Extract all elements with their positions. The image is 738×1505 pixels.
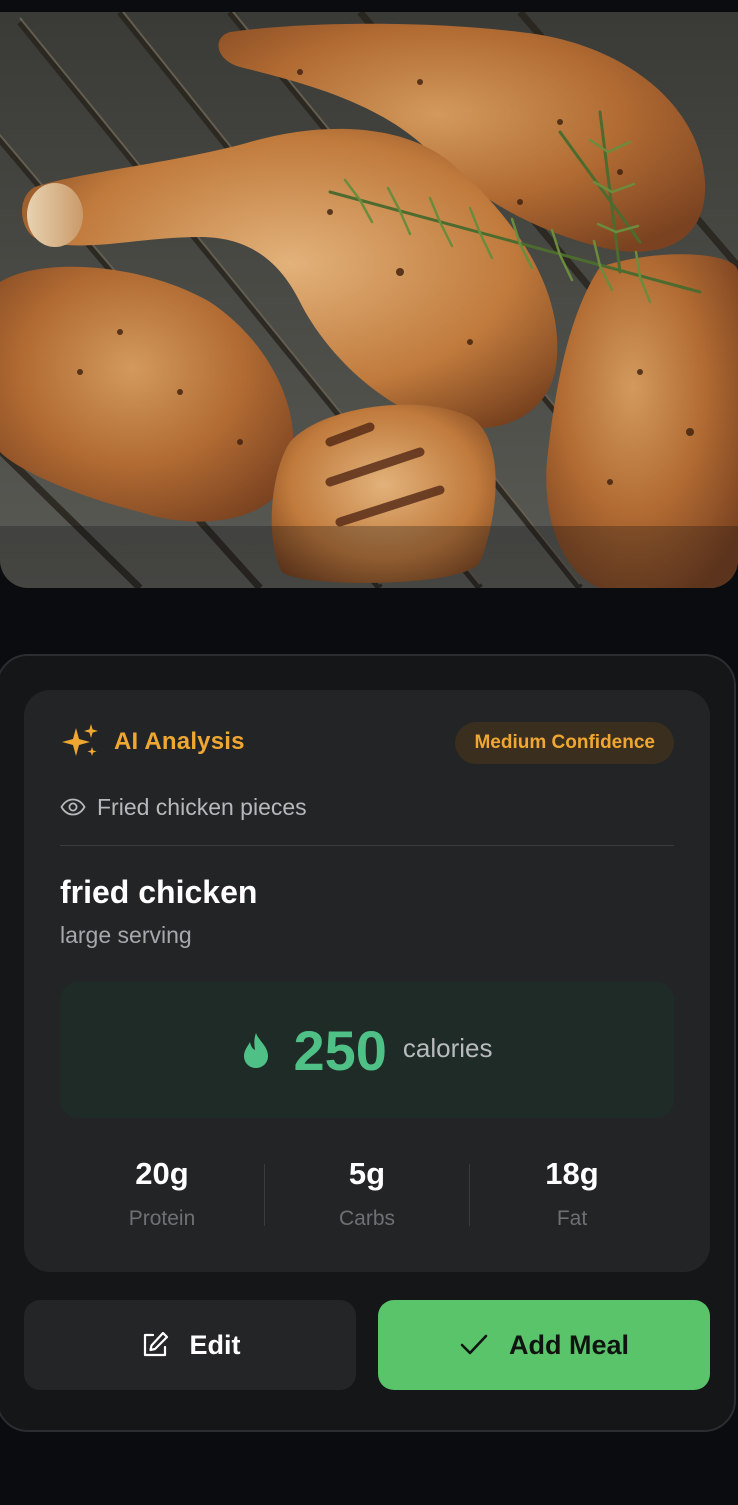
macro-fat: 18g Fat bbox=[470, 1146, 674, 1246]
macro-protein: 20g Protein bbox=[60, 1146, 264, 1246]
analysis-header: AI Analysis Medium Confidence bbox=[60, 720, 674, 764]
food-photo bbox=[0, 12, 738, 588]
add-meal-button-label: Add Meal bbox=[508, 1329, 629, 1360]
sparkle-icon bbox=[62, 724, 98, 756]
food-photo-illustration bbox=[0, 12, 738, 588]
confidence-badge: Medium Confidence bbox=[455, 722, 674, 764]
ai-analysis-title: AI Analysis bbox=[60, 720, 245, 764]
flame-icon bbox=[244, 1033, 269, 1068]
edit-icon bbox=[143, 1331, 168, 1357]
detected-label: Fried chicken pieces bbox=[97, 793, 307, 820]
calories-value: 250 bbox=[293, 1018, 387, 1082]
macro-value: 20g bbox=[135, 1156, 189, 1191]
calories-unit: calories bbox=[402, 1032, 493, 1063]
eye-icon bbox=[60, 798, 86, 816]
macro-value: 5g bbox=[348, 1156, 386, 1191]
ai-analysis-label: AI Analysis bbox=[114, 728, 245, 755]
detected-item: Fried chicken pieces bbox=[60, 790, 307, 824]
edit-button-label: Edit bbox=[189, 1329, 241, 1360]
macro-label: Protein bbox=[128, 1207, 196, 1230]
analysis-card: AI Analysis Medium Confidence Fried chic… bbox=[24, 690, 710, 1272]
food-name: fried chicken bbox=[60, 874, 258, 910]
check-icon bbox=[460, 1334, 488, 1355]
macro-label: Fat bbox=[556, 1207, 588, 1230]
serving-size: large serving bbox=[60, 922, 192, 948]
photo-bottom-shade bbox=[0, 526, 738, 588]
divider bbox=[60, 845, 674, 846]
edit-button[interactable]: Edit bbox=[24, 1300, 356, 1390]
analysis-sheet: AI Analysis Medium Confidence Fried chic… bbox=[0, 654, 736, 1432]
macro-value: 18g bbox=[545, 1156, 599, 1191]
macros-row: 20g Protein 5g Carbs 18g Fat bbox=[60, 1146, 674, 1246]
calories-box: 250 calories bbox=[60, 982, 674, 1118]
macro-carbs: 5g Carbs bbox=[265, 1146, 469, 1246]
add-meal-button[interactable]: Add Meal bbox=[378, 1300, 710, 1390]
macro-label: Carbs bbox=[338, 1207, 396, 1230]
